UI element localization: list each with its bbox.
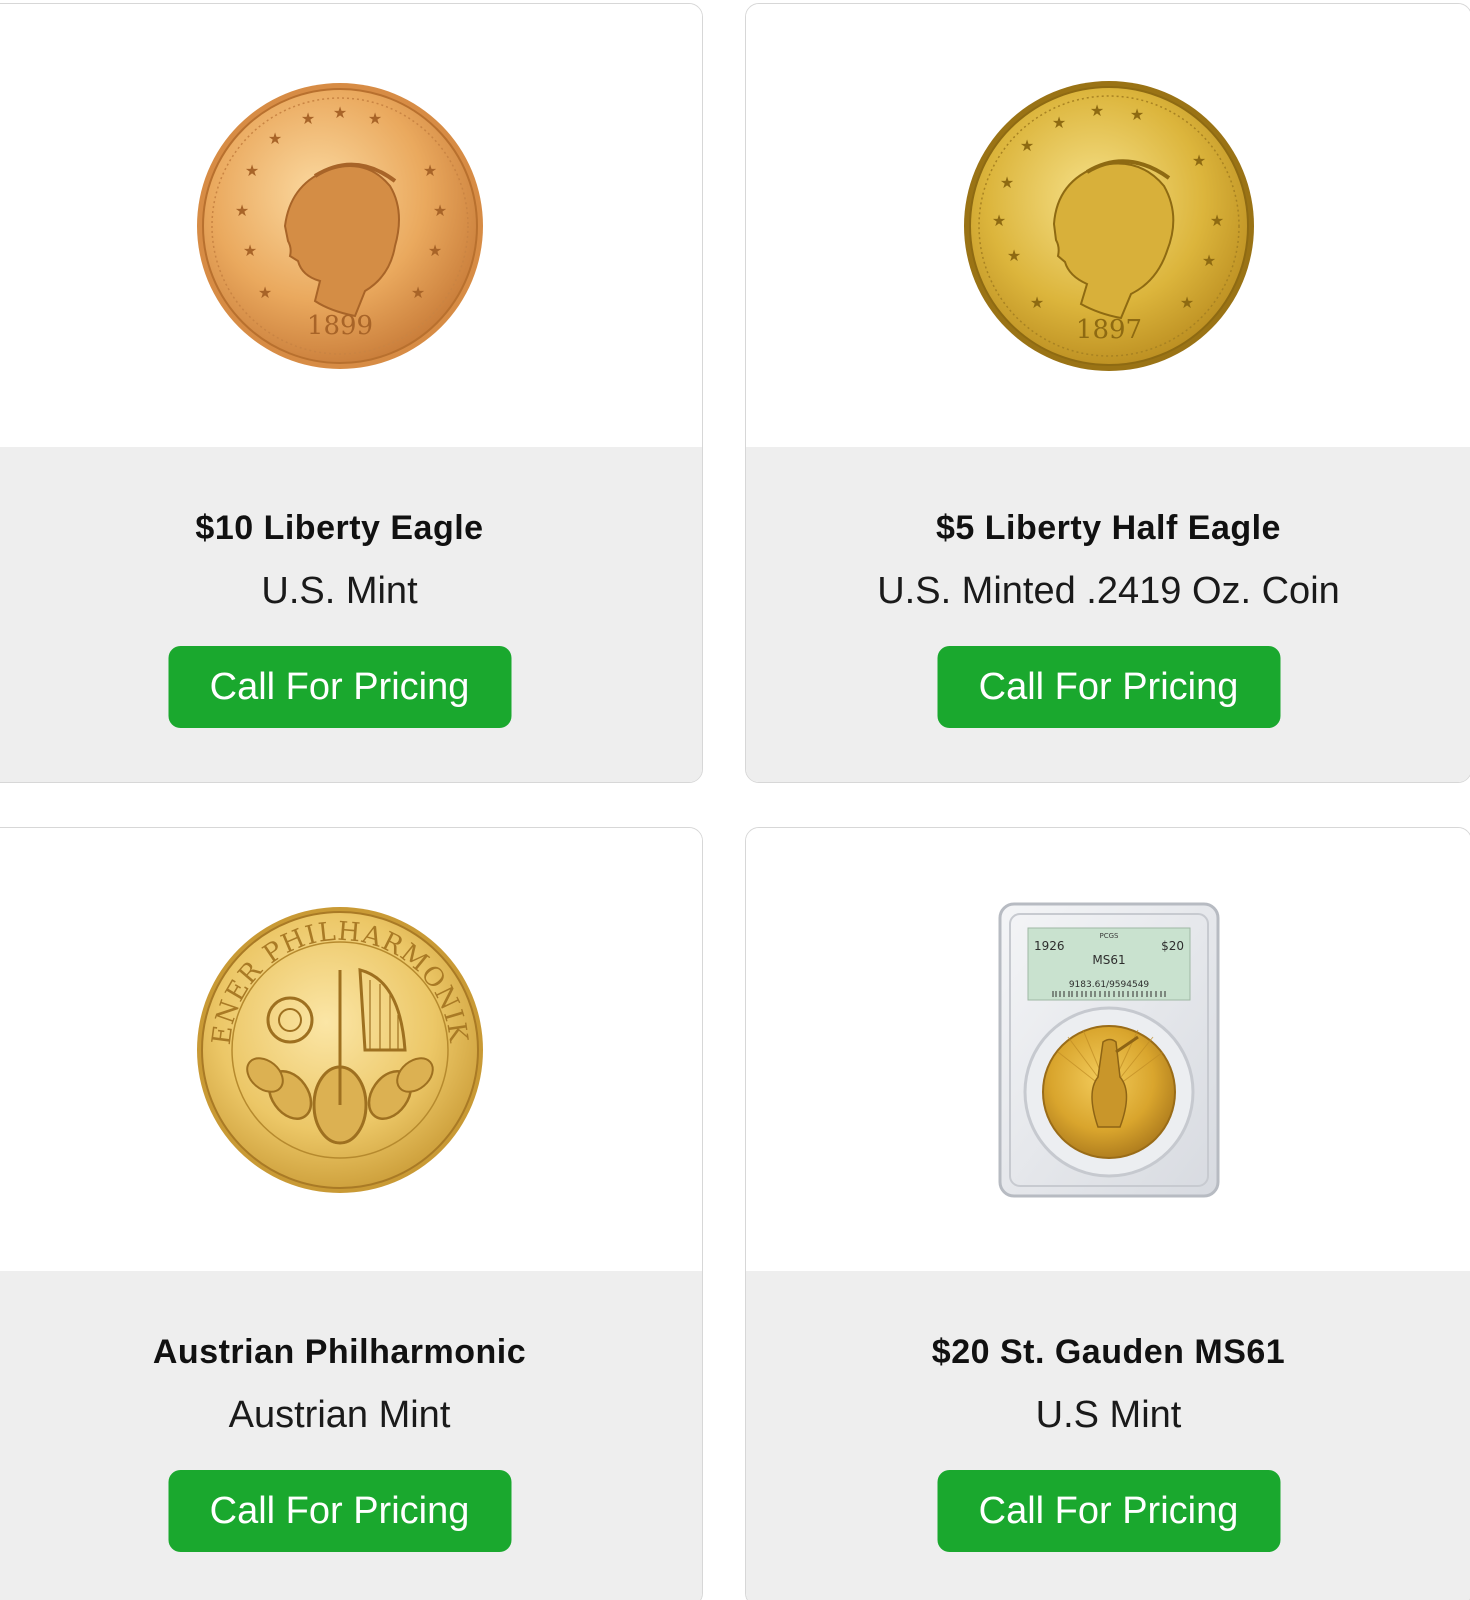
svg-text:1926: 1926: [1034, 939, 1065, 953]
svg-text:★: ★: [244, 161, 258, 180]
svg-text:★: ★: [1051, 113, 1065, 132]
austrian-philharmonic-coin-icon: WIENER PHILHARMONIKER: [190, 900, 483, 1193]
svg-text:★: ★: [242, 241, 256, 260]
product-info: $10 Liberty Eagle U.S. Mint Call For Pri…: [0, 447, 702, 782]
call-for-pricing-button[interactable]: Call For Pricing: [937, 646, 1280, 728]
svg-text:★: ★: [267, 129, 281, 148]
svg-text:★: ★: [1179, 293, 1193, 312]
svg-text:1899: 1899: [306, 311, 372, 341]
product-card-st-gauden[interactable]: PCGS 1926 $20 MS61 9183.61/9594549 $20 S…: [745, 827, 1470, 1600]
product-image-area[interactable]: ★ ★ ★ ★ ★ ★ ★ ★ ★ ★ ★ ★ 1897: [746, 4, 1470, 447]
product-name: $10 Liberty Eagle: [195, 509, 484, 547]
product-mint: U.S Mint: [1035, 1394, 1182, 1436]
svg-text:★: ★: [1029, 293, 1043, 312]
liberty-eagle-coin-icon: ★ ★ ★ ★ ★ ★ ★ ★ ★ ★ ★ ★ 1899: [196, 82, 483, 369]
call-for-pricing-button[interactable]: Call For Pricing: [937, 1470, 1280, 1552]
svg-text:★: ★: [1089, 101, 1103, 120]
call-for-pricing-button[interactable]: Call For Pricing: [168, 646, 511, 728]
product-card-liberty-half-eagle[interactable]: ★ ★ ★ ★ ★ ★ ★ ★ ★ ★ ★ ★ 1897 $5 Liberty Half Eag…: [745, 3, 1470, 783]
svg-text:PCGS: PCGS: [1099, 932, 1119, 940]
product-mint: U.S. Mint: [261, 570, 418, 612]
svg-text:★: ★: [1019, 136, 1033, 155]
svg-text:★: ★: [427, 241, 441, 260]
svg-text:★: ★: [1006, 246, 1020, 265]
svg-text:9183.61/9594549: 9183.61/9594549: [1068, 980, 1149, 990]
svg-text:★: ★: [300, 109, 314, 128]
product-card-liberty-eagle[interactable]: ★ ★ ★ ★ ★ ★ ★ ★ ★ ★ ★ ★ 1899 $10 Liberty Eagle U…: [0, 3, 703, 783]
svg-text:★: ★: [234, 201, 248, 220]
product-mint: Austrian Mint: [228, 1394, 451, 1436]
liberty-half-eagle-coin-icon: ★★★ ★★★ ★★★ ★★★ 1897: [963, 80, 1254, 371]
product-info: $20 St. Gauden MS61 U.S Mint Call For Pr…: [746, 1271, 1470, 1600]
svg-text:★: ★: [410, 283, 424, 302]
svg-text:★: ★: [1201, 251, 1215, 270]
svg-text:MS61: MS61: [1092, 953, 1125, 967]
svg-text:★: ★: [257, 283, 271, 302]
svg-text:★: ★: [999, 173, 1013, 192]
product-image-area[interactable]: PCGS 1926 $20 MS61 9183.61/9594549: [746, 828, 1470, 1271]
product-mint: U.S. Minted .2419 Oz. Coin: [877, 570, 1340, 612]
svg-text:★: ★: [991, 211, 1005, 230]
svg-text:★: ★: [1209, 211, 1223, 230]
svg-text:★: ★: [367, 109, 381, 128]
product-name: $5 Liberty Half Eagle: [936, 509, 1281, 547]
pcgs-slab-coin-icon: PCGS 1926 $20 MS61 9183.61/9594549: [998, 902, 1219, 1197]
product-info: $5 Liberty Half Eagle U.S. Minted .2419 …: [746, 447, 1470, 782]
svg-text:★: ★: [1191, 151, 1205, 170]
svg-text:1897: 1897: [1075, 315, 1141, 345]
product-image-area[interactable]: ★ ★ ★ ★ ★ ★ ★ ★ ★ ★ ★ ★ 1899: [0, 4, 702, 447]
svg-text:★: ★: [1129, 105, 1143, 124]
product-info: Austrian Philharmonic Austrian Mint Call…: [0, 1271, 702, 1600]
call-for-pricing-button[interactable]: Call For Pricing: [168, 1470, 511, 1552]
product-name: Austrian Philharmonic: [152, 1333, 527, 1371]
product-name: $20 St. Gauden MS61: [931, 1333, 1286, 1371]
product-image-area[interactable]: WIENER PHILHARMONIKER: [0, 828, 702, 1271]
product-grid: ★ ★ ★ ★ ★ ★ ★ ★ ★ ★ ★ ★ 1899 $10 Liberty Eagle U…: [0, 0, 1470, 1600]
svg-text:★: ★: [422, 161, 436, 180]
product-card-austrian-philharmonic[interactable]: WIENER PHILHARMONIKER: [0, 827, 703, 1600]
svg-text:$20: $20: [1161, 939, 1184, 953]
svg-text:★: ★: [332, 103, 346, 122]
svg-text:★: ★: [432, 201, 446, 220]
